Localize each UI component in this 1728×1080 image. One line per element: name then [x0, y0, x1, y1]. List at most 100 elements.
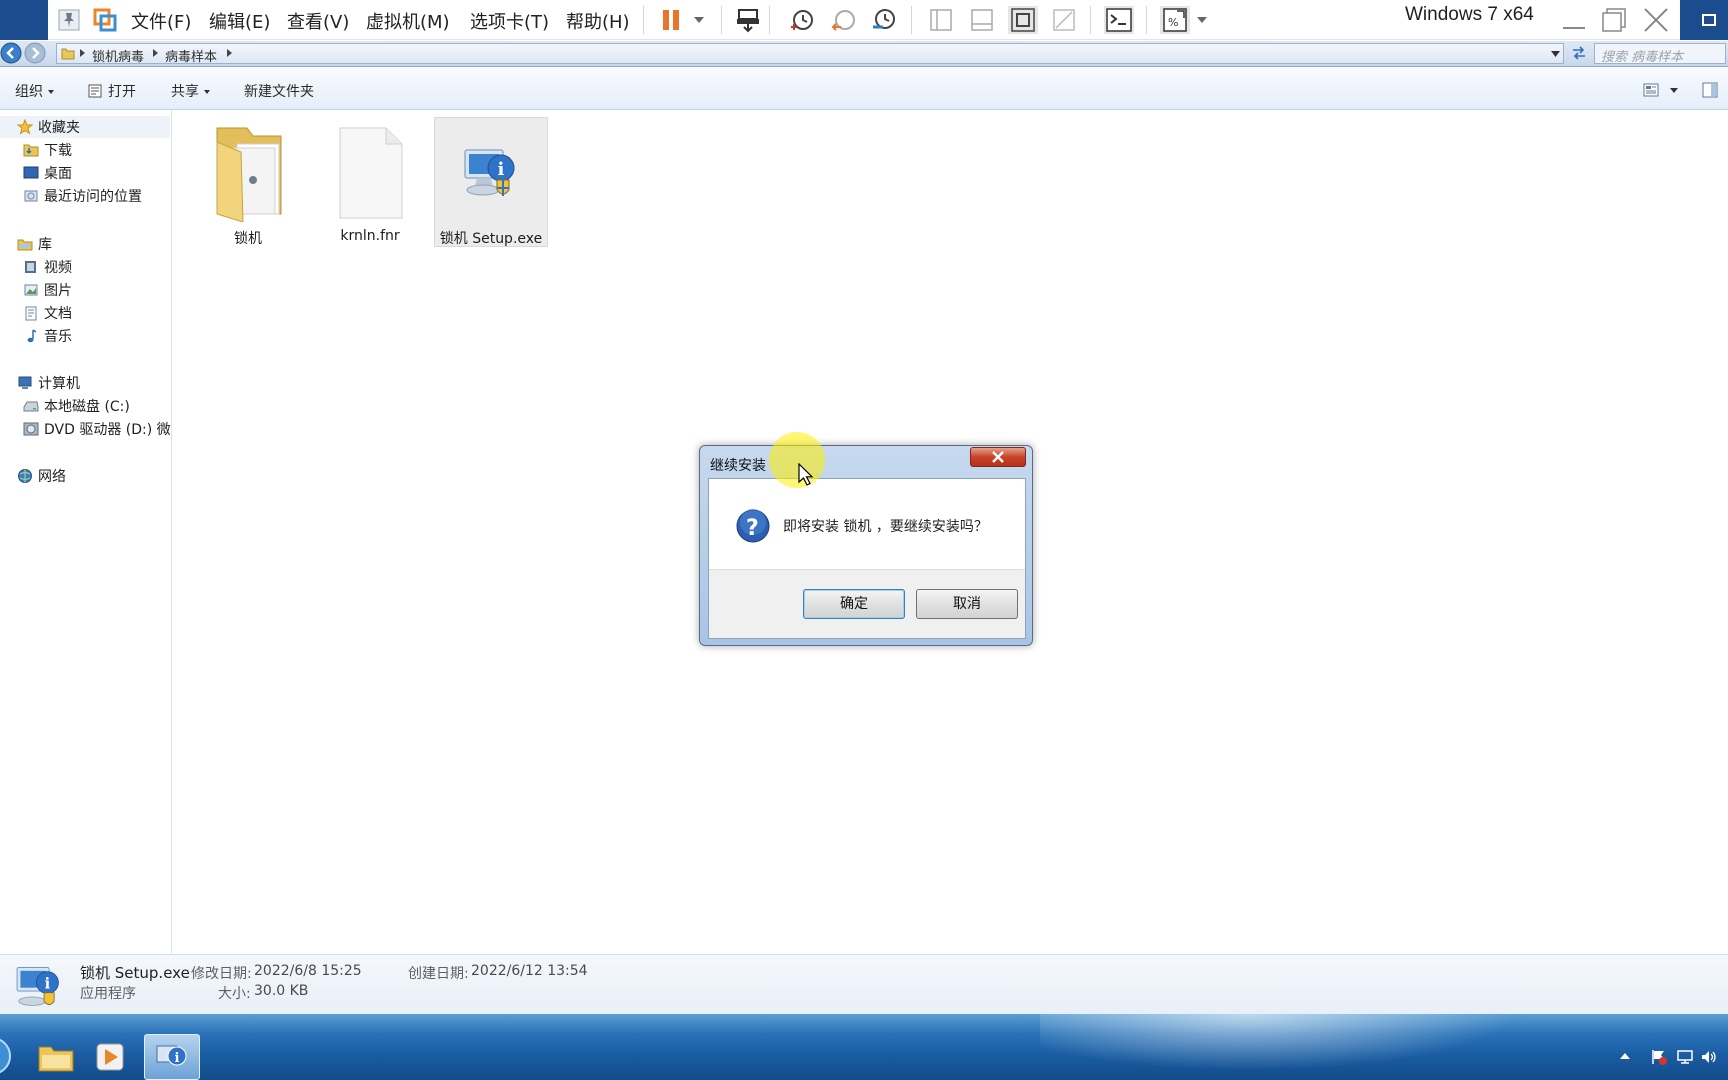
vm-tab-title[interactable]: Windows 7 x64: [1405, 4, 1534, 26]
music-icon: [22, 328, 40, 344]
address-bar: 锁机病毒 病毒样本 搜索 病毒样本: [0, 41, 1728, 67]
breadcrumb-separator[interactable]: [227, 49, 232, 57]
search-input[interactable]: 搜索 病毒样本: [1594, 43, 1726, 65]
nav-label: DVD 驱动器 (D:) 微P: [44, 422, 180, 438]
nav-label: 最近访问的位置: [44, 189, 142, 205]
media-player-icon: [96, 1043, 124, 1071]
dialog-close-button[interactable]: [970, 447, 1026, 467]
menu-view[interactable]: 查看(V): [287, 8, 349, 34]
taskbar-setup-app[interactable]: i: [144, 1034, 200, 1080]
close-icon: [992, 451, 1004, 463]
nav-recent[interactable]: 最近访问的位置: [22, 186, 142, 206]
console-icon[interactable]: [1104, 6, 1134, 34]
file-name: 锁机 Setup.exe: [439, 231, 543, 247]
breadcrumb-separator[interactable]: [80, 49, 85, 57]
sidebar-layout-icon[interactable]: [926, 6, 956, 34]
details-size-value: 30.0 KB: [254, 983, 309, 999]
fullscreen-icon[interactable]: [1008, 6, 1038, 34]
menu-vm[interactable]: 虚拟机(M): [366, 8, 450, 34]
nav-label: 文档: [44, 306, 72, 322]
change-view-icon[interactable]: [1643, 83, 1659, 97]
revert-snapshot-icon[interactable]: [829, 6, 859, 34]
action-center-flag-icon[interactable]: [1650, 1048, 1668, 1066]
command-bar: 组织 打开 共享 新建文件夹: [0, 68, 1728, 110]
cancel-button[interactable]: 取消: [916, 589, 1018, 619]
menu-file[interactable]: 文件(F): [131, 8, 191, 34]
installer-icon: i: [12, 959, 66, 1013]
nav-label: 本地磁盘 (C:): [44, 399, 130, 415]
menu-tabs[interactable]: 选项卡(T): [470, 8, 549, 34]
snapshot-manager-icon[interactable]: [869, 6, 899, 34]
toolbar-separator: [643, 6, 644, 34]
unity-icon[interactable]: [1049, 6, 1079, 34]
dialog-body: ? 即将安装 锁机 ，要继续安装吗？ 确定 取消: [708, 478, 1026, 639]
breadcrumb-item[interactable]: 锁机病毒: [92, 46, 144, 65]
file-name: krnln.fnr: [340, 228, 400, 244]
back-button[interactable]: [0, 42, 22, 64]
open-icon: [88, 84, 102, 98]
nav-label: 库: [38, 237, 52, 253]
nav-network[interactable]: 网络: [16, 466, 66, 486]
breadcrumb-item[interactable]: 病毒样本: [165, 46, 217, 65]
nav-desktop[interactable]: 桌面: [22, 163, 72, 183]
dialog-title: 继续安装: [710, 458, 766, 474]
nav-local-disk[interactable]: 本地磁盘 (C:): [22, 396, 130, 416]
view-options-dropdown-icon[interactable]: [1670, 88, 1678, 93]
share-button[interactable]: 共享: [171, 81, 210, 101]
network-tray-icon[interactable]: [1676, 1048, 1694, 1066]
details-file-name: 锁机 Setup.exe: [80, 964, 190, 982]
installer-icon: i: [156, 1045, 187, 1066]
taskbar-explorer[interactable]: [28, 1034, 84, 1080]
menu-help[interactable]: 帮助(H): [566, 8, 630, 34]
continue-install-dialog: 继续安装 ? 即将安装 锁机 ，要继续安装吗？ 确定 取消: [699, 445, 1033, 646]
view-dropdown-icon[interactable]: [1188, 6, 1216, 34]
file-item-folder[interactable]: 锁机: [191, 118, 305, 248]
nav-label: 图片: [44, 283, 72, 299]
toolbar-separator: [721, 6, 722, 34]
mouse-cursor-icon: [798, 463, 814, 487]
snapshot-icon[interactable]: [787, 6, 817, 34]
nav-computer[interactable]: 计算机: [16, 373, 80, 393]
minimize-icon[interactable]: [1558, 6, 1590, 34]
share-label: 共享: [171, 84, 199, 100]
ok-button[interactable]: 确定: [803, 589, 905, 619]
volume-icon[interactable]: [1700, 1048, 1718, 1066]
nav-favorites[interactable]: 收藏夹: [16, 117, 80, 137]
folder-icon: [198, 122, 298, 222]
send-keys-icon[interactable]: [733, 6, 763, 34]
new-folder-button[interactable]: 新建文件夹: [244, 81, 314, 101]
nav-videos[interactable]: 视频: [22, 257, 72, 277]
nav-label: 视频: [44, 260, 72, 276]
organize-button[interactable]: 组织: [15, 81, 54, 101]
file-item-setup-exe[interactable]: i 锁机 Setup.exe: [434, 117, 548, 247]
chevron-down-icon: [204, 90, 210, 94]
nav-music[interactable]: 音乐: [22, 326, 72, 346]
nav-dvd-drive[interactable]: DVD 驱动器 (D:) 微P: [22, 419, 179, 439]
power-dropdown-icon[interactable]: [684, 6, 714, 34]
address-box[interactable]: 锁机病毒 病毒样本: [56, 43, 1564, 65]
start-button[interactable]: [0, 1036, 14, 1076]
preview-pane-icon[interactable]: [1702, 82, 1718, 98]
thumbnail-layout-icon[interactable]: [967, 6, 997, 34]
open-button[interactable]: 打开: [88, 81, 136, 101]
refresh-icon[interactable]: [1570, 45, 1588, 61]
restore-icon[interactable]: [1598, 6, 1630, 34]
file-item-krnln[interactable]: krnln.fnr: [313, 118, 427, 248]
show-hidden-icons-icon[interactable]: [1620, 1052, 1630, 1059]
nav-pictures[interactable]: 图片: [22, 280, 72, 300]
address-dropdown-icon[interactable]: [1551, 51, 1560, 57]
close-icon[interactable]: [1640, 6, 1672, 34]
pin-icon[interactable]: [54, 6, 84, 34]
pause-icon[interactable]: [656, 6, 686, 34]
toolbar-separator: [911, 6, 912, 34]
nav-documents[interactable]: 文档: [22, 303, 72, 323]
nav-label: 收藏夹: [38, 120, 80, 136]
vmware-toolbar: 文件(F) 编辑(E) 查看(V) 虚拟机(M) 选项卡(T) 帮助(H) %: [0, 0, 1728, 40]
stretch-view-icon[interactable]: %: [1160, 6, 1190, 34]
breadcrumb-separator[interactable]: [153, 49, 158, 57]
taskbar-media-player[interactable]: [82, 1034, 138, 1080]
menu-edit[interactable]: 编辑(E): [209, 8, 270, 34]
nav-libraries[interactable]: 库: [16, 234, 52, 254]
forward-button[interactable]: [24, 42, 46, 64]
nav-downloads[interactable]: 下载: [22, 140, 72, 160]
